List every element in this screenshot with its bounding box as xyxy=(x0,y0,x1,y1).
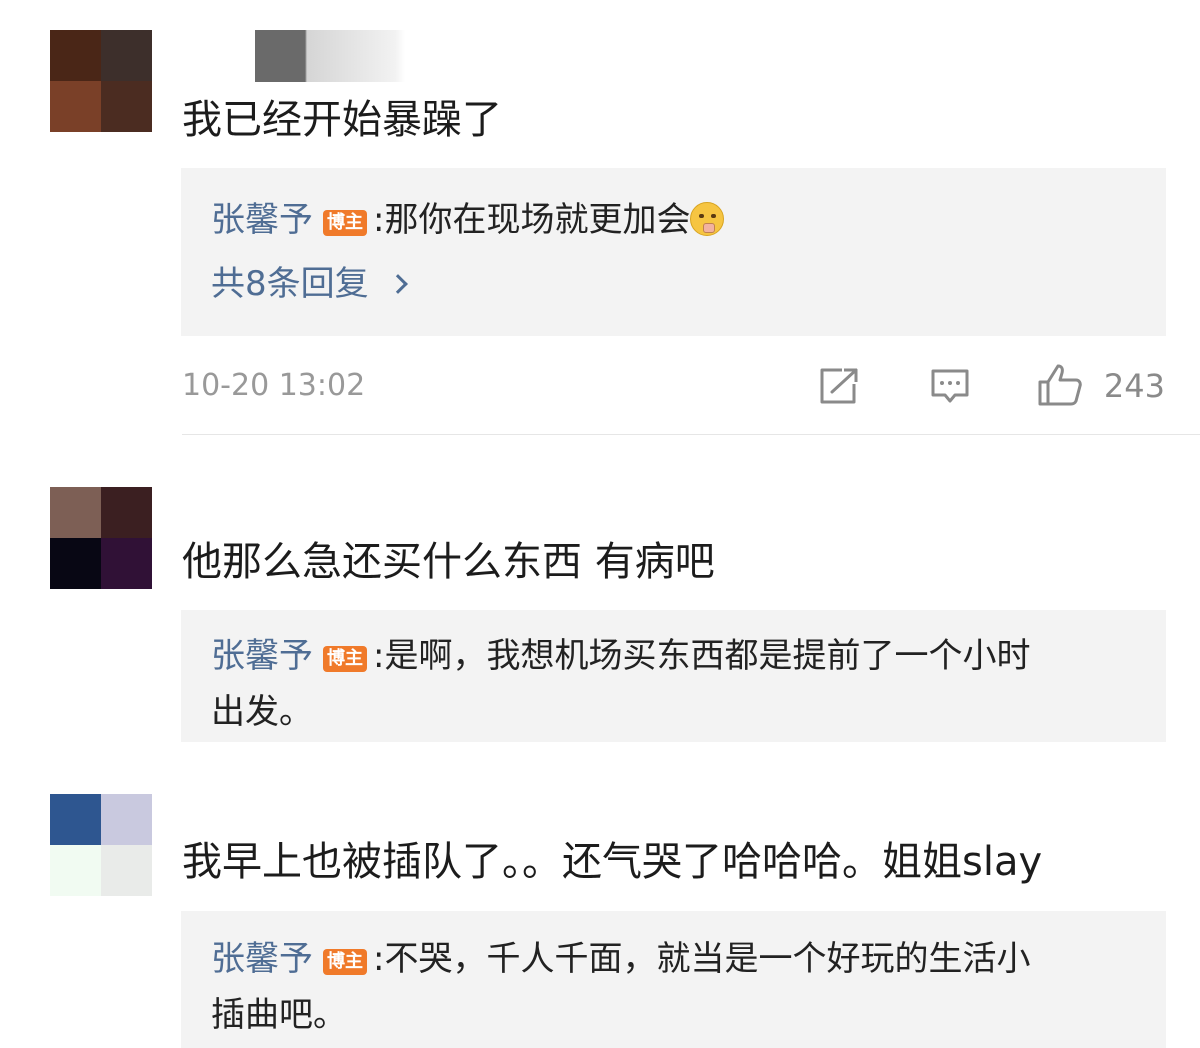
shushing-face-emoji-icon xyxy=(690,202,725,236)
reply-line: 出发。 xyxy=(211,684,1136,740)
more-replies-label: 共8条回复 xyxy=(211,264,369,304)
author-badge: 博主 xyxy=(323,949,367,975)
avatar-pixel xyxy=(101,487,152,538)
share-icon[interactable] xyxy=(818,366,860,406)
comment-feed: 我已经开始暴躁了 张馨予 博主:那你在现场就更加会 共8条回复 10-20 13:… xyxy=(0,0,1200,1048)
reply-line: 张馨予 博主:不哭，千人千面，就当是一个好玩的生活小 xyxy=(211,931,1136,987)
chevron-right-icon xyxy=(387,274,408,294)
avatar-pixel xyxy=(101,81,152,132)
like-icon[interactable] xyxy=(1036,362,1084,408)
timestamp: 10-20 13:02 xyxy=(182,368,366,403)
username-redacted[interactable] xyxy=(255,30,405,82)
reply-text: 不哭，千人千面，就当是一个好玩的生活小 xyxy=(384,939,1031,979)
avatar-pixel xyxy=(50,487,101,538)
reply-separator: : xyxy=(373,636,385,676)
reply-author[interactable]: 张馨予 xyxy=(211,200,313,240)
avatar-pixel xyxy=(50,794,101,845)
reply-box[interactable]: 张馨予 博主:那你在现场就更加会 共8条回复 xyxy=(181,168,1166,336)
author-badge: 博主 xyxy=(323,210,367,236)
avatar-pixel xyxy=(101,794,152,845)
reply-line: 张馨予 博主:那你在现场就更加会 xyxy=(211,192,1136,248)
avatar-pixel xyxy=(50,81,101,132)
reply-separator: : xyxy=(373,200,385,240)
comment-meta: 10-20 13:02 243 xyxy=(182,360,1167,412)
divider xyxy=(182,434,1200,435)
reply-box[interactable]: 张馨予 博主:不哭，千人千面，就当是一个好玩的生活小 插曲吧。 xyxy=(181,911,1166,1048)
comment-text: 我已经开始暴躁了 xyxy=(182,97,502,143)
reply-text-continued: 出发。 xyxy=(211,692,313,732)
avatar-pixel xyxy=(50,30,101,81)
reply-separator: : xyxy=(373,939,385,979)
comment-text: 我早上也被插队了。。还气哭了哈哈哈。姐姐slay xyxy=(182,839,1043,885)
comment-text: 他那么急还买什么东西 有病吧 xyxy=(182,539,715,585)
avatar[interactable] xyxy=(50,30,152,132)
reply-line: 插曲吧。 xyxy=(211,987,1136,1043)
reply-line: 张馨予 博主:是啊，我想机场买东西都是提前了一个小时 xyxy=(211,628,1136,684)
avatar-pixel xyxy=(101,30,152,81)
avatar[interactable] xyxy=(50,487,152,589)
avatar[interactable] xyxy=(50,794,152,896)
avatar-pixel xyxy=(101,845,152,896)
reply-author[interactable]: 张馨予 xyxy=(211,939,313,979)
reply-text-continued: 插曲吧。 xyxy=(211,995,347,1035)
avatar-pixel xyxy=(101,538,152,589)
author-badge: 博主 xyxy=(323,646,367,672)
avatar-pixel xyxy=(50,845,101,896)
avatar-pixel xyxy=(50,538,101,589)
comment-icon[interactable] xyxy=(930,366,970,406)
more-replies-link[interactable]: 共8条回复 xyxy=(211,256,408,312)
reply-author[interactable]: 张馨予 xyxy=(211,636,313,676)
like-count: 243 xyxy=(1103,367,1165,405)
reply-text: 是啊，我想机场买东西都是提前了一个小时 xyxy=(384,636,1031,676)
reply-box[interactable]: 张馨予 博主:是啊，我想机场买东西都是提前了一个小时 出发。 xyxy=(181,610,1166,742)
reply-text: 那你在现场就更加会 xyxy=(384,200,691,240)
